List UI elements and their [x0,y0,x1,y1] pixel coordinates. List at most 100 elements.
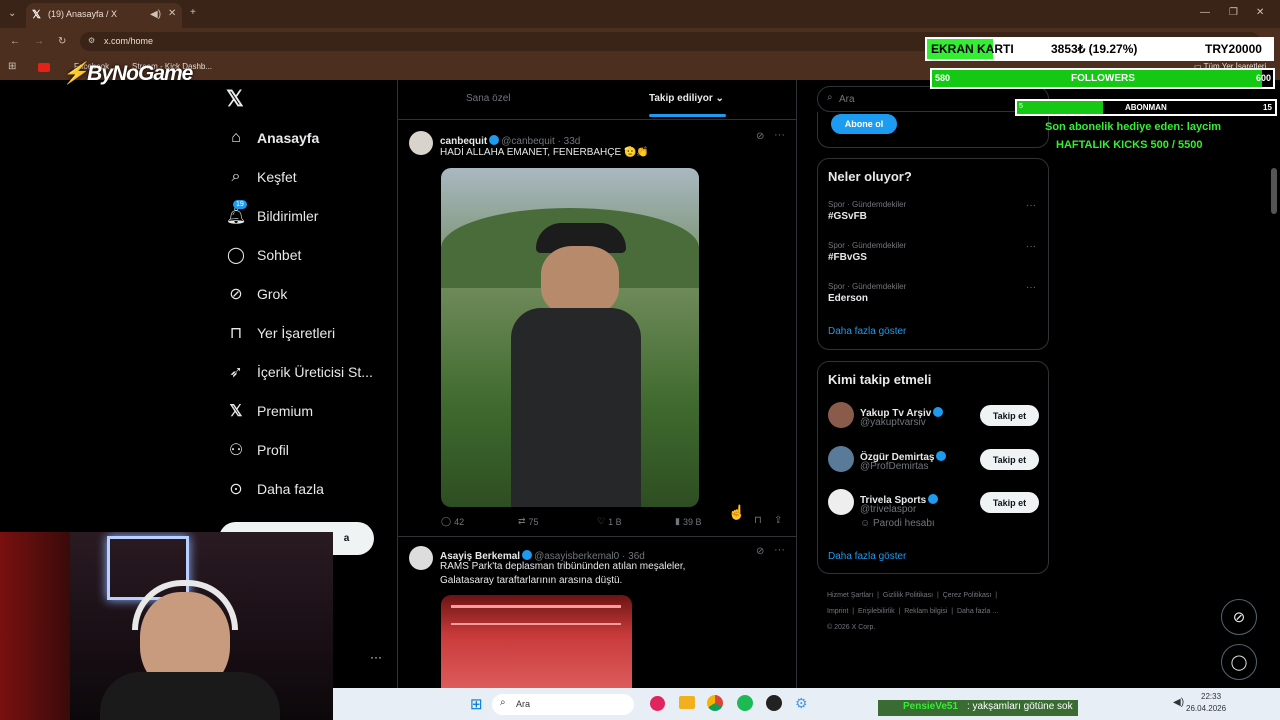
tweet-text: RAMS Park'ta deplasman tribününden atıla… [440,561,686,586]
messages-float-icon[interactable]: ◯ [1221,644,1257,680]
nav-bookmarks[interactable]: ⊓ Yer İşaretleri [225,317,335,349]
footer-link[interactable]: Daha fazla ... [957,608,998,615]
follow-button[interactable]: Takip et [980,449,1039,470]
tweet[interactable]: canbequit @canbequit · 33d ⊘ ··· HADİ ALL… [398,121,796,537]
footer-link[interactable]: Erişilebilirlik [858,608,895,615]
suggestion-item[interactable]: Trivela Sports @trivelaspor ☺ Parodi hes… [818,485,1048,537]
trend-item[interactable]: Spor · Gündemdekiler #FBvGS ··· [818,238,1048,278]
tab-title: (19) Anasayfa / X [48,9,118,19]
nav-premium[interactable]: 𝕏 Premium [225,395,313,427]
grok-explain-icon[interactable]: ⊘ [756,546,764,557]
verified-badge-icon [936,450,947,461]
footer-link[interactable]: Gizlilik Politikası [883,592,933,599]
suggestion-item[interactable]: Özgür Demirtaş @ProfDemirtas Takip et [818,442,1048,482]
tab-following-label: Takip ediliyor [649,93,713,104]
follow-button[interactable]: Takip et [980,492,1039,513]
trend-item[interactable]: Spor · Gündemdekiler #GSvFB ··· [818,197,1048,237]
footer-link[interactable]: Çerez Politikası [943,592,992,599]
views-button[interactable]: ▮ 39 B [675,516,701,527]
spotify-icon[interactable] [737,695,753,711]
grok-explain-icon[interactable]: ⊘ [756,131,764,142]
grok-float-icon[interactable]: ⊘ [1221,599,1257,635]
account-more-icon[interactable]: ··· [370,650,382,664]
taskbar-search[interactable]: ⌕ Ara [492,694,634,715]
nav-creator-studio[interactable]: ➶ İçerik Üreticisi St... [225,356,373,388]
nav-home[interactable]: ⌂ Anasayfa [225,122,319,154]
tweet[interactable]: Asayiş Berkemal @asayisberkemal0 · 36d ⊘ … [398,538,796,690]
tweet-more-icon[interactable]: ··· [774,544,785,556]
footer-link[interactable]: Hizmet Şartları [827,592,873,599]
browser-tab[interactable]: 𝕏 (19) Anasayfa / X ◀) ✕ [26,3,182,28]
avatar[interactable] [828,489,854,515]
maximize-icon[interactable]: ❐ [1229,7,1238,18]
forward-icon[interactable]: → [34,36,44,47]
start-icon[interactable]: ⊞ [470,695,483,713]
nav-profile[interactable]: ⚇ Profil [225,434,289,466]
bookmark-icon[interactable]: ⊓ [754,515,762,526]
nav-notifications[interactable]: 🔔︎ 19 Bildirimler [225,200,318,232]
suggestion-item[interactable]: Yakup Tv Arşiv @yakuptvarsiv Takip et [818,398,1048,438]
site-info-icon[interactable]: ⚙ [88,36,95,45]
like-button[interactable]: ♡ 1 B [597,516,622,527]
tweet-more-icon[interactable]: ··· [774,129,785,141]
x-icon: 𝕏 [229,403,243,420]
footer-link[interactable]: Reklam bilgisi [904,608,947,615]
bell-icon: 🔔︎ 19 [225,200,247,225]
youtube-icon[interactable] [38,63,50,72]
avatar[interactable] [409,131,433,155]
reload-icon[interactable]: ↻ [58,36,66,47]
nav-label: Premium [257,403,314,419]
speaker-icon[interactable]: ◀) [150,9,161,20]
avatar[interactable] [828,402,854,428]
parody-mask-icon: ☺ [860,518,873,529]
folder-icon[interactable] [679,696,695,709]
trends-show-more[interactable]: Daha fazla göster [828,326,906,337]
nav-label: Grok [257,286,288,302]
subscriber-goal-fill [1017,101,1103,114]
video-body [511,308,641,507]
trend-item[interactable]: Spor · Gündemdekiler Ederson ··· [818,279,1048,319]
volume-icon[interactable]: ◀) [1173,697,1184,708]
who-show-more[interactable]: Daha fazla göster [828,551,906,562]
avatar[interactable] [828,446,854,472]
bynogame-mark-icon: ⚡ [62,62,88,85]
chrome-icon[interactable] [707,695,723,711]
notification-badge: 19 [233,200,247,209]
trend-more-icon[interactable]: ··· [1026,282,1036,293]
new-tab-icon[interactable]: + [190,7,196,18]
apps-grid-icon[interactable]: ⊞ [8,61,16,72]
goal-target: TRY20000 [1205,42,1262,56]
avatar[interactable] [409,546,433,570]
reply-button[interactable]: ◯ 42 [441,516,464,527]
minimize-icon[interactable]: — [1200,7,1210,18]
follow-button[interactable]: Takip et [980,405,1039,426]
subscribe-button[interactable]: Abone ol [831,114,897,134]
tweet-image[interactable] [441,595,632,690]
obs-icon[interactable] [766,695,782,711]
tweet-video[interactable] [441,168,699,507]
back-icon[interactable]: ← [10,36,20,47]
nav-chat[interactable]: ◯ Sohbet [225,239,301,271]
tab-following[interactable]: Takip ediliyor ⌄ [649,93,724,104]
close-tab-icon[interactable]: ✕ [168,8,176,19]
verified-badge-icon [928,493,939,504]
tab-list-icon[interactable]: ⌄ [8,8,16,19]
x-logo-icon[interactable]: 𝕏 [226,86,244,112]
nav-more[interactable]: ⊙ Daha fazla [225,473,324,505]
tab-for-you[interactable]: Sana özel [466,93,510,104]
trend-context: Spor · Gündemdekiler [828,200,907,209]
nav-explore[interactable]: ⌕ Keşfet [225,161,297,193]
rocket-icon: ➶ [229,364,243,381]
app-icon[interactable] [650,696,665,711]
nav-grok[interactable]: ⊘ Grok [225,278,287,310]
trend-more-icon[interactable]: ··· [1026,241,1036,252]
trend-more-icon[interactable]: ··· [1026,200,1036,211]
chat-overlay: PensieVe51 : yakşamları götüne sok [878,700,1078,716]
share-icon[interactable]: ⇪ [774,515,782,526]
close-window-icon[interactable]: ✕ [1256,7,1264,18]
settings-icon[interactable]: ⚙ [795,695,808,712]
retweet-button[interactable]: ⇄ 75 [518,516,539,527]
page-scrollbar-thumb[interactable] [1271,168,1277,214]
footer-link[interactable]: Imprint [827,608,848,615]
windows-taskbar: ⊞ ⌕ Ara ⚙ PensieVe51 : yakşamları götüne… [333,688,1280,720]
